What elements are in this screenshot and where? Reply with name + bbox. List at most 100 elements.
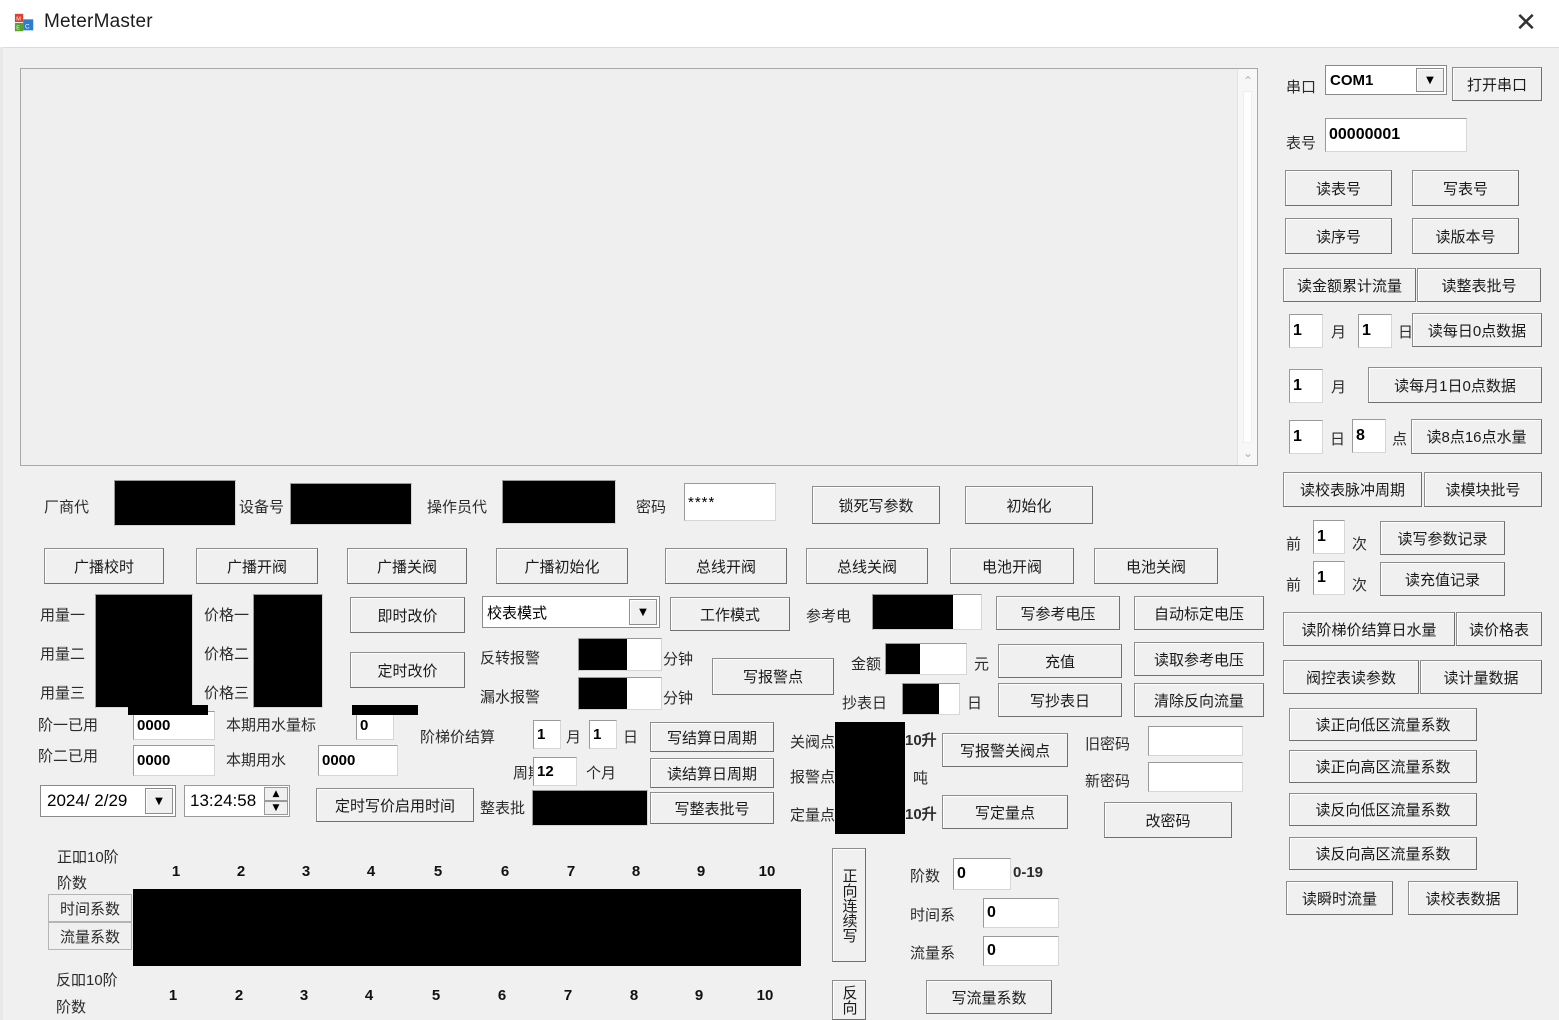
battery-close-valve-button[interactable]: 电池关阀 — [1094, 548, 1218, 584]
read-calib-data-button[interactable]: 读校表数据 — [1408, 881, 1518, 915]
operator-code-input[interactable] — [502, 480, 616, 524]
device-no-input[interactable] — [290, 483, 412, 525]
leak-alarm-input[interactable] — [578, 677, 662, 710]
timed-price-start-button[interactable]: 定时写价启用时间 — [316, 788, 474, 822]
scroll-down-icon[interactable]: ⌄ — [1238, 443, 1258, 463]
read-version-button[interactable]: 读版本号 — [1412, 218, 1519, 254]
read-metering-data-button[interactable]: 读计量数据 — [1420, 660, 1542, 694]
write-settle-cycle-button[interactable]: 写结算日周期 — [650, 722, 774, 752]
read-price-table-button[interactable]: 读价格表 — [1456, 612, 1542, 646]
hour-day-input[interactable]: 1 — [1289, 420, 1323, 454]
date-picker[interactable]: 2024/ 2/29 ▼ — [40, 785, 176, 817]
read-fwd-low-coef-button[interactable]: 读正向低区流量系数 — [1289, 708, 1477, 741]
initialize-button[interactable]: 初始化 — [965, 486, 1093, 524]
battery-open-valve-button[interactable]: 电池开阀 — [950, 548, 1074, 584]
close-icon[interactable]: ✕ — [1503, 6, 1549, 40]
write-batch-button[interactable]: 写整表批号 — [650, 792, 774, 824]
usage-values-group[interactable] — [95, 594, 193, 708]
settle-day-input[interactable]: 1 — [589, 720, 617, 749]
broadcast-init-button[interactable]: 广播初始化 — [496, 548, 628, 584]
vendor-code-input[interactable] — [114, 480, 236, 526]
write-meter-read-day-button[interactable]: 写抄表日 — [998, 683, 1122, 717]
read-module-batch-button[interactable]: 读模块批号 — [1424, 472, 1542, 507]
cycle-input[interactable]: 12 — [533, 757, 577, 786]
timed-change-price-button[interactable]: 定时改价 — [350, 652, 465, 688]
read-rev-high-coef-button[interactable]: 读反向高区流量系数 — [1289, 837, 1477, 870]
log-display-pane[interactable]: ⌃ ⌄ — [20, 68, 1258, 466]
reverse-alarm-input[interactable] — [578, 638, 662, 671]
write-alarm-point-button[interactable]: 写报警点 — [712, 658, 834, 695]
meter-no-input[interactable]: 00000001 — [1325, 118, 1467, 152]
read-valve-meter-param-button[interactable]: 阀控表读参数 — [1283, 660, 1419, 694]
instant-change-price-button[interactable]: 即时改价 — [350, 597, 465, 633]
recharge-button[interactable]: 充值 — [998, 644, 1122, 678]
clear-reverse-flow-button[interactable]: 清除反向流量 — [1134, 683, 1264, 717]
recharge-times-input[interactable]: 1 — [1313, 561, 1345, 595]
change-password-button[interactable]: 改密码 — [1104, 802, 1232, 838]
hour-input[interactable]: 8 — [1352, 419, 1386, 453]
broadcast-open-valve-button[interactable]: 广播开阀 — [196, 548, 318, 584]
reverse-continuous-write-button[interactable]: 反向 — [832, 980, 866, 1020]
read-amount-total-flow-button[interactable]: 读金额累计流量 — [1283, 268, 1416, 302]
new-password-input[interactable] — [1148, 762, 1243, 792]
read-fwd-high-coef-button[interactable]: 读正向高区流量系数 — [1289, 750, 1477, 783]
monthly-month-input[interactable]: 1 — [1289, 369, 1323, 403]
mode-select[interactable]: 校表模式 ▼ — [482, 596, 660, 628]
read-ref-voltage-button[interactable]: 读取参考电压 — [1134, 642, 1264, 676]
write-meter-no-button[interactable]: 写表号 — [1412, 170, 1519, 206]
read-rev-low-coef-button[interactable]: 读反向低区流量系数 — [1289, 793, 1477, 826]
scrollbar-track[interactable] — [1243, 91, 1252, 443]
spin-up-icon[interactable]: ▲ — [264, 787, 288, 801]
read-settle-cycle-button[interactable]: 读结算日周期 — [650, 758, 774, 788]
read-write-param-log-button[interactable]: 读写参数记录 — [1380, 521, 1505, 555]
chevron-down-icon[interactable]: ▼ — [629, 599, 657, 625]
chevron-down-icon[interactable]: ▼ — [145, 788, 173, 814]
param-times-input[interactable]: 1 — [1313, 520, 1345, 554]
flow-coef-input[interactable]: 0 — [983, 936, 1059, 966]
read-instant-flow-button[interactable]: 读瞬时流量 — [1286, 881, 1393, 915]
period-water-std-input[interactable]: 0 — [356, 711, 394, 740]
ref-voltage-input[interactable] — [872, 594, 982, 630]
chevron-down-icon[interactable]: ▼ — [1416, 68, 1444, 92]
write-flow-coef-button[interactable]: 写流量系数 — [926, 980, 1052, 1014]
read-meter-no-button[interactable]: 读表号 — [1285, 170, 1392, 206]
settle-month-input[interactable]: 1 — [533, 720, 561, 749]
forward-continuous-write-button[interactable]: 正向连续写 — [832, 848, 866, 962]
password-input[interactable]: **** — [684, 483, 776, 521]
period-water-input[interactable]: 0000 — [318, 745, 398, 776]
order-input[interactable]: 0 — [953, 858, 1011, 890]
daily-month-input[interactable]: 1 — [1289, 314, 1323, 348]
work-mode-button[interactable]: 工作模式 — [670, 597, 790, 631]
amount-input[interactable] — [885, 643, 967, 675]
read-serial-no-button[interactable]: 读序号 — [1285, 218, 1392, 254]
lock-write-param-button[interactable]: 锁死写参数 — [812, 486, 940, 524]
serial-port-select[interactable]: COM1 ▼ — [1325, 65, 1447, 95]
open-serial-button[interactable]: 打开串口 — [1452, 67, 1542, 101]
read-calib-pulse-cycle-button[interactable]: 读校表脉冲周期 — [1283, 472, 1422, 507]
bus-close-valve-button[interactable]: 总线关阀 — [806, 548, 928, 584]
log-scrollbar[interactable]: ⌃ ⌄ — [1237, 69, 1257, 465]
scroll-up-icon[interactable]: ⌃ — [1238, 71, 1258, 91]
price-values-group[interactable] — [253, 594, 323, 708]
spin-down-icon[interactable]: ▼ — [264, 801, 288, 815]
tier2-used-input[interactable]: 0000 — [133, 745, 215, 776]
write-alarm-close-point-button[interactable]: 写报警关阀点 — [942, 733, 1068, 767]
write-quantitative-point-button[interactable]: 写定量点 — [942, 795, 1068, 829]
daily-day-input[interactable]: 1 — [1358, 314, 1392, 348]
read-recharge-log-button[interactable]: 读充值记录 — [1380, 562, 1505, 596]
read-meter-batch-button[interactable]: 读整表批号 — [1417, 268, 1541, 302]
meter-read-day-input[interactable] — [902, 683, 960, 715]
time-coef-input[interactable]: 0 — [983, 898, 1059, 928]
broadcast-close-valve-button[interactable]: 广播关阀 — [347, 548, 467, 584]
tier1-used-input[interactable]: 0000 — [133, 711, 215, 740]
read-tier-settle-water-button[interactable]: 读阶梯价结算日水量 — [1283, 612, 1455, 646]
batch-input[interactable] — [532, 790, 648, 826]
read-8h-16h-water-button[interactable]: 读8点16点水量 — [1411, 419, 1542, 454]
write-ref-voltage-button[interactable]: 写参考电压 — [996, 596, 1120, 630]
broadcast-sync-time-button[interactable]: 广播校时 — [44, 548, 164, 584]
read-daily-0h-button[interactable]: 读每日0点数据 — [1412, 313, 1542, 347]
read-monthly-1d-0h-button[interactable]: 读每月1日0点数据 — [1368, 367, 1542, 403]
bus-open-valve-button[interactable]: 总线开阀 — [665, 548, 787, 584]
time-picker[interactable]: 13:24:58 ▲ ▼ — [184, 785, 290, 817]
old-password-input[interactable] — [1148, 726, 1243, 756]
